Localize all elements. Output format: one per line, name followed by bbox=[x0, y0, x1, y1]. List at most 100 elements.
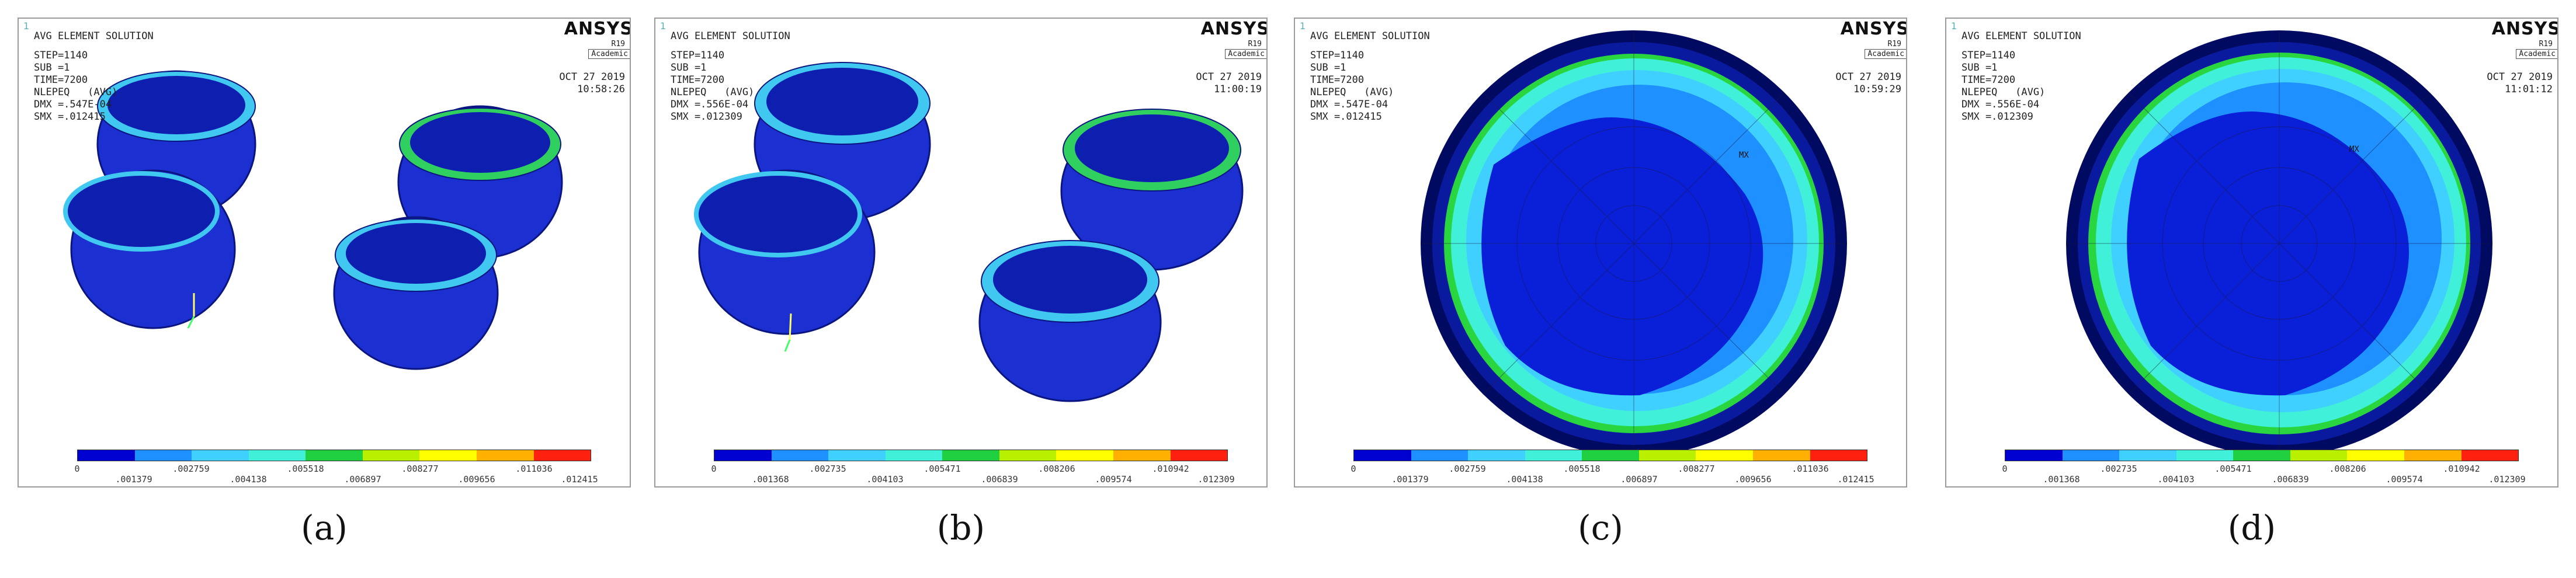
panel-b: 1 AVG ELEMENT SOLUTION STEP=1140 SUB =1 TIM… bbox=[654, 18, 1268, 488]
legend-swatch bbox=[533, 450, 591, 461]
legend-swatch bbox=[2119, 450, 2176, 461]
legend-swatch bbox=[1582, 450, 1639, 461]
solution-title: AVG ELEMENT SOLUTION bbox=[1310, 30, 1430, 42]
dmx-label: DMX =.556E-04 bbox=[671, 99, 749, 110]
legend-swatch bbox=[828, 450, 886, 461]
color-bar bbox=[2005, 450, 2519, 461]
timestamp: OCT 27 2019 11:01:12 bbox=[2487, 71, 2553, 96]
date-label: OCT 27 2019 bbox=[2487, 71, 2553, 83]
step-label: STEP=1140 bbox=[671, 50, 725, 61]
specimen-top-view: MX bbox=[1421, 30, 1847, 457]
legend-swatch bbox=[2176, 450, 2234, 461]
academic-label: Academic bbox=[2516, 49, 2557, 59]
legend-swatch bbox=[2290, 450, 2348, 461]
legend-swatch bbox=[771, 450, 829, 461]
timestamp: OCT 27 2019 10:59:29 bbox=[1835, 71, 1901, 96]
legend-tick: .011036 bbox=[515, 464, 553, 474]
clock-label: 11:01:12 bbox=[2505, 83, 2553, 95]
legend-swatch bbox=[714, 450, 772, 461]
sub-label: SUB =1 bbox=[1310, 62, 1346, 74]
date-label: OCT 27 2019 bbox=[559, 71, 625, 83]
specimen-top-view: MX bbox=[2066, 30, 2492, 457]
color-bar bbox=[714, 450, 1228, 461]
legend-tick: .006897 bbox=[344, 474, 381, 485]
panel-c: MX 1 AVG ELEMENT SOLUTION STEP=1140 SUB =1… bbox=[1294, 18, 1907, 488]
legend-tick: .009574 bbox=[2386, 474, 2423, 485]
legend-swatch bbox=[999, 450, 1057, 461]
dmx-label: DMX =.547E-04 bbox=[1310, 99, 1388, 110]
time-label: TIME=7200 bbox=[1961, 74, 2016, 86]
legend-swatch bbox=[1752, 450, 1810, 461]
legend-tick: .008277 bbox=[1678, 464, 1715, 474]
specimen-front-right bbox=[978, 240, 1162, 402]
step-label: STEP=1140 bbox=[1310, 50, 1365, 61]
legend-tick: 0 bbox=[1351, 464, 1356, 474]
smx-label: SMX =.012309 bbox=[671, 111, 742, 123]
caption-a: (a) bbox=[301, 508, 348, 548]
sub-label: SUB =1 bbox=[34, 62, 70, 74]
caption-b: (b) bbox=[936, 508, 985, 548]
legend-tick: .001379 bbox=[115, 474, 152, 485]
legend-swatch bbox=[1525, 450, 1582, 461]
legend-tick: .010942 bbox=[1152, 464, 1189, 474]
legend-swatch bbox=[305, 450, 363, 461]
dmx-label: DMX =.556E-04 bbox=[1961, 99, 2040, 110]
legend-tick: .001368 bbox=[2043, 474, 2080, 485]
legend-tick: .012415 bbox=[561, 474, 598, 485]
solution-info: AVG ELEMENT SOLUTION STEP=1140 SUB =1 TIME=… bbox=[671, 30, 790, 123]
legend-swatch bbox=[2233, 450, 2290, 461]
step-label: STEP=1140 bbox=[34, 50, 88, 61]
legend-tick: .001368 bbox=[752, 474, 789, 485]
legend-swatch bbox=[192, 450, 249, 461]
legend-tick: .004138 bbox=[230, 474, 267, 485]
color-bar bbox=[77, 450, 591, 461]
solution-info: AVG ELEMENT SOLUTION STEP=1140 SUB =1 TIME=… bbox=[1961, 30, 2081, 123]
legend-tick: .002759 bbox=[1449, 464, 1486, 474]
ansys-logo: ANSYS bbox=[1200, 19, 1268, 39]
legend-tick: .002735 bbox=[809, 464, 846, 474]
date-label: OCT 27 2019 bbox=[1835, 71, 1901, 83]
legend-tick: 0 bbox=[711, 464, 717, 474]
specimen-front-right bbox=[333, 216, 499, 370]
specimen-front-left bbox=[63, 169, 236, 329]
legend-swatch bbox=[1696, 450, 1753, 461]
legend-tick: .006897 bbox=[1620, 474, 1658, 485]
legend-swatch bbox=[419, 450, 477, 461]
legend-swatch bbox=[1056, 450, 1113, 461]
time-label: TIME=7200 bbox=[1310, 74, 1365, 86]
legend-tick: .006839 bbox=[2272, 474, 2309, 485]
legend-tick: .009574 bbox=[1095, 474, 1132, 485]
legend-swatch bbox=[1810, 450, 1867, 461]
legend-tick: .005518 bbox=[287, 464, 324, 474]
release-label: R19 bbox=[611, 40, 625, 48]
contour-legend: 0 .002759 .005518 .008277 .011036 .00137… bbox=[1351, 450, 1874, 485]
legend-swatch bbox=[1170, 450, 1228, 461]
legend-swatch bbox=[2461, 450, 2519, 461]
legend-tick: .004138 bbox=[1506, 474, 1543, 485]
legend-tick: .005518 bbox=[1563, 464, 1601, 474]
window-number: 1 bbox=[1300, 20, 1306, 32]
legend-swatch bbox=[885, 450, 943, 461]
window-number: 1 bbox=[660, 20, 666, 32]
legend-swatch bbox=[2347, 450, 2404, 461]
legend-tick: .006839 bbox=[981, 474, 1018, 485]
panel-a: 1 AVG ELEMENT SOLUTION STEP=1140 SUB =1 TIM… bbox=[18, 18, 631, 488]
caption-c: (c) bbox=[1578, 508, 1623, 548]
legend-swatch bbox=[2005, 450, 2063, 461]
legend-tick: 0 bbox=[2002, 464, 2008, 474]
contour-legend: 0 .002759 .005518 .008277 .011036 .00137… bbox=[74, 450, 598, 485]
ansys-logo: ANSYS bbox=[2491, 19, 2558, 39]
dmx-label: DMX =.547E-04 bbox=[34, 99, 112, 110]
caption-d: (d) bbox=[2227, 508, 2276, 548]
legend-tick: .005471 bbox=[2214, 464, 2252, 474]
legend-swatch bbox=[1113, 450, 1171, 461]
solution-title: AVG ELEMENT SOLUTION bbox=[671, 30, 790, 42]
legend-tick: .002735 bbox=[2100, 464, 2137, 474]
smx-label: SMX =.012309 bbox=[1961, 111, 2033, 123]
legend-swatch bbox=[942, 450, 999, 461]
academic-label: Academic bbox=[1865, 49, 1906, 59]
legend-tick: .008206 bbox=[2329, 464, 2366, 474]
legend-swatch bbox=[78, 450, 135, 461]
window-number: 1 bbox=[1951, 20, 1957, 32]
ansys-logo: ANSYS bbox=[564, 19, 631, 39]
